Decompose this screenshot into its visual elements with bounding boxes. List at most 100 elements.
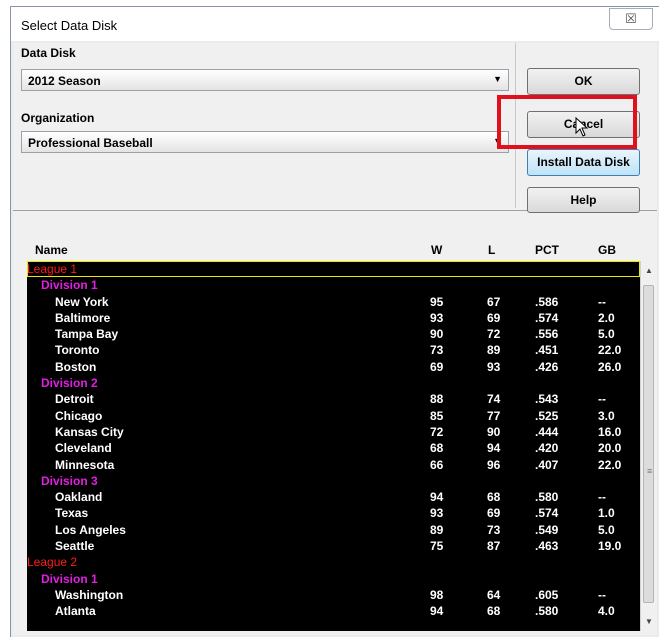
team-name: Kansas City: [55, 424, 124, 439]
l-cell: 73: [487, 522, 501, 537]
gb-cell: --: [598, 392, 606, 407]
column-header-w[interactable]: W: [431, 243, 442, 257]
team-row[interactable]: Chicago 85 77 .525 3.0: [27, 408, 640, 424]
team-row[interactable]: Washington 98 64 .605 --: [27, 587, 640, 603]
data-disk-value: 2012 Season: [28, 74, 101, 88]
team-row[interactable]: Los Angeles 89 73 .549 5.0: [27, 522, 640, 538]
data-disk-dropdown[interactable]: 2012 Season ▼: [21, 69, 509, 91]
column-header-l[interactable]: L: [488, 243, 495, 257]
l-cell: 93: [487, 359, 501, 374]
w-cell: 93: [430, 310, 444, 325]
dropdown-arrow-icon: ▼: [493, 74, 502, 84]
league-row[interactable]: League 1: [27, 261, 640, 278]
organization-dropdown[interactable]: Professional Baseball ▼: [21, 131, 509, 153]
ok-button[interactable]: OK: [527, 68, 640, 95]
gb-cell: 16.0: [598, 424, 622, 439]
team-row[interactable]: Baltimore 93 69 .574 2.0: [27, 310, 640, 326]
gb-cell: --: [598, 294, 606, 309]
scroll-thumb[interactable]: ≡: [643, 285, 654, 603]
league-name: League 2: [27, 555, 78, 570]
install-data-disk-button[interactable]: Install Data Disk: [527, 149, 640, 176]
l-cell: 89: [487, 343, 501, 358]
pct-cell: .420: [535, 441, 559, 456]
team-row[interactable]: Seattle 75 87 .463 19.0: [27, 538, 640, 554]
division-row[interactable]: Division 1: [27, 277, 640, 293]
team-row[interactable]: Toronto 73 89 .451 22.0: [27, 342, 640, 358]
organization-value: Professional Baseball: [28, 136, 153, 150]
team-name: Texas: [55, 506, 89, 521]
l-cell: 64: [487, 587, 501, 602]
gb-cell: 5.0: [598, 522, 615, 537]
division-name: Division 2: [41, 376, 98, 391]
team-row[interactable]: Atlanta 94 68 .580 4.0: [27, 603, 640, 619]
vertical-scrollbar[interactable]: ▲ ≡ ▼: [640, 261, 656, 631]
team-name: Toronto: [55, 343, 100, 358]
team-name: Los Angeles: [55, 522, 126, 537]
team-name: Washington: [55, 587, 124, 602]
organization-label: Organization: [21, 111, 95, 125]
team-row[interactable]: Detroit 88 74 .543 --: [27, 391, 640, 407]
team-row[interactable]: Texas 93 69 .574 1.0: [27, 505, 640, 521]
gb-cell: 22.0: [598, 343, 622, 358]
division-name: Division 3: [41, 473, 98, 488]
w-cell: 98: [430, 587, 444, 602]
team-name: Cleveland: [55, 441, 112, 456]
w-cell: 68: [430, 441, 444, 456]
gb-cell: 20.0: [598, 441, 622, 456]
gb-cell: --: [598, 587, 606, 602]
team-name: Baltimore: [55, 310, 111, 325]
team-name: Detroit: [55, 392, 94, 407]
window-title: Select Data Disk: [21, 18, 118, 33]
title-bar: Select Data Disk ☒: [11, 7, 659, 41]
w-cell: 88: [430, 392, 444, 407]
gb-cell: 26.0: [598, 359, 622, 374]
gb-cell: 5.0: [598, 327, 615, 342]
team-name: New York: [55, 294, 109, 309]
close-button[interactable]: ☒: [609, 8, 653, 30]
team-row[interactable]: Kansas City 72 90 .444 16.0: [27, 424, 640, 440]
team-name: Boston: [55, 359, 97, 374]
division-row[interactable]: Division 2: [27, 375, 640, 391]
l-cell: 67: [487, 294, 501, 309]
team-row[interactable]: Tampa Bay 90 72 .556 5.0: [27, 326, 640, 342]
gb-cell: 22.0: [598, 457, 622, 472]
w-cell: 95: [430, 294, 444, 309]
team-row[interactable]: Minnesota 66 96 .407 22.0: [27, 457, 640, 473]
team-row[interactable]: Boston 69 93 .426 26.0: [27, 359, 640, 375]
team-row[interactable]: New York 95 67 .586 --: [27, 294, 640, 310]
pct-cell: .543: [535, 392, 559, 407]
standings-list[interactable]: League 1 Division 1 New York 95 67.586 -- Balt…: [27, 261, 640, 631]
team-name: Minnesota: [55, 457, 115, 472]
column-header-name[interactable]: Name: [35, 243, 68, 257]
column-header-gb[interactable]: GB: [598, 243, 616, 257]
w-cell: 90: [430, 327, 444, 342]
division-row[interactable]: Division 1: [27, 571, 640, 587]
league-row[interactable]: League 2: [27, 554, 640, 570]
pct-cell: .444: [535, 424, 559, 439]
pct-cell: .556: [535, 327, 559, 342]
league-name: League 1: [27, 262, 78, 276]
pct-cell: .605: [535, 587, 559, 602]
l-cell: 87: [487, 539, 501, 554]
pct-cell: .525: [535, 408, 559, 423]
pct-cell: .586: [535, 294, 559, 309]
scroll-up-icon[interactable]: ▲: [645, 266, 653, 275]
scroll-down-icon[interactable]: ▼: [645, 617, 653, 626]
division-row[interactable]: Division 3: [27, 473, 640, 489]
column-header-pct[interactable]: PCT: [535, 243, 559, 257]
gb-cell: 4.0: [598, 604, 615, 619]
l-cell: 90: [487, 424, 501, 439]
l-cell: 69: [487, 506, 501, 521]
pct-cell: .463: [535, 539, 559, 554]
gb-cell: 2.0: [598, 310, 615, 325]
gb-cell: 1.0: [598, 506, 615, 521]
w-cell: 94: [430, 490, 444, 505]
team-row[interactable]: Cleveland 68 94 .420 20.0: [27, 440, 640, 456]
team-row[interactable]: Oakland 94 68 .580 --: [27, 489, 640, 505]
gb-cell: --: [598, 490, 606, 505]
w-cell: 73: [430, 343, 444, 358]
help-button[interactable]: Help: [527, 187, 640, 213]
team-name: Seattle: [55, 539, 95, 554]
w-cell: 75: [430, 539, 444, 554]
l-cell: 96: [487, 457, 501, 472]
